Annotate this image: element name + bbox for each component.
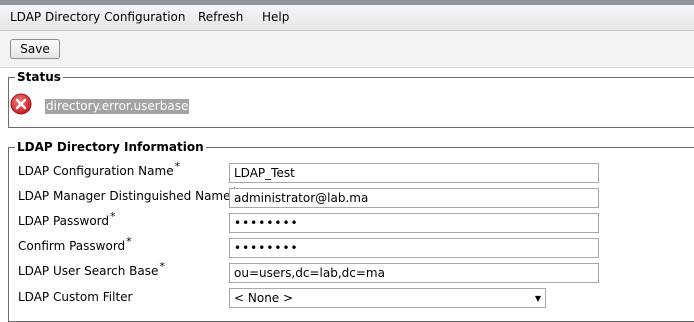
ldap-custom-filter-select[interactable]: < None > ▼: [229, 288, 546, 308]
required-asterisk: *: [126, 235, 132, 248]
ldap-configuration-name-input[interactable]: LDAP_Test: [229, 163, 599, 183]
ldap-custom-filter-label: LDAP Custom Filter: [18, 290, 133, 304]
toolbar: Save: [0, 31, 694, 68]
menu-bar: LDAP Directory Configuration Refresh Hel…: [0, 5, 694, 31]
status-message: directory.error.userbase: [45, 99, 190, 114]
chevron-down-icon: ▼: [534, 294, 541, 303]
ldap-custom-filter-value: < None >: [234, 291, 294, 305]
ldap-user-search-base-input[interactable]: ou=users,dc=lab,dc=ma: [229, 263, 599, 283]
info-legend: LDAP Directory Information: [17, 140, 204, 154]
ldap-manager-dn-label: LDAP Manager Distinguished Name*: [18, 186, 237, 203]
required-asterisk: *: [110, 210, 116, 223]
menu-refresh[interactable]: Refresh: [198, 10, 243, 24]
error-x-icon: [10, 93, 32, 115]
ldap-manager-dn-input[interactable]: administrator@lab.ma: [229, 188, 599, 208]
ldap-password-label: LDAP Password*: [18, 210, 116, 228]
ldap-user-search-base-label: LDAP User Search Base*: [18, 260, 165, 278]
required-asterisk: *: [159, 260, 165, 273]
required-asterisk: *: [174, 160, 181, 173]
ldap-configuration-name-label: LDAP Configuration Name*: [18, 160, 181, 178]
confirm-password-input[interactable]: ••••••••: [229, 238, 599, 258]
status-legend: Status: [17, 70, 61, 84]
confirm-password-label: Confirm Password*: [18, 235, 132, 253]
menu-ldap-directory-configuration[interactable]: LDAP Directory Configuration: [10, 10, 185, 24]
ldap-password-input[interactable]: ••••••••: [229, 213, 599, 233]
menu-help[interactable]: Help: [262, 10, 289, 24]
save-button[interactable]: Save: [10, 39, 60, 59]
